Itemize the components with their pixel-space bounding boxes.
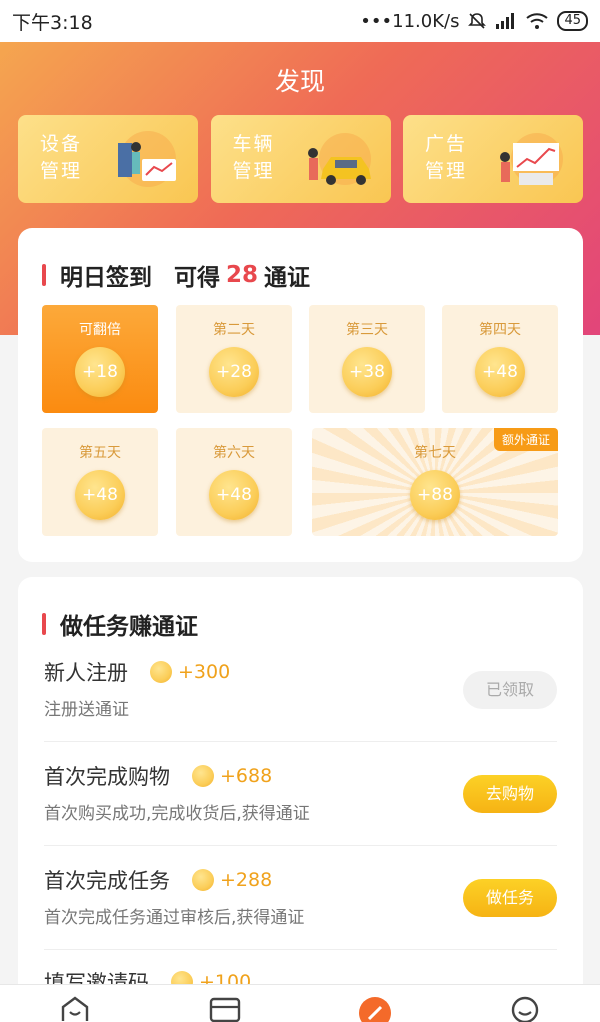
signin-day-4[interactable]: 第四天 +48	[442, 305, 558, 413]
signin-title-get: 可得	[174, 265, 220, 291]
task-item: 首次完成任务 +288 首次完成任务通过审核后,获得通证 做任务	[18, 865, 583, 969]
day-label: 第三天	[346, 322, 388, 338]
day-label: 第五天	[79, 445, 121, 461]
tasks-title: 做任务赚通证	[42, 607, 198, 641]
signin-card: 明日签到 可得 28 通证 可翻倍 +18 第二天 +28 第三天 +38 第四…	[18, 228, 583, 562]
task-desc: 首次购买成功,完成收货后,获得通证	[44, 804, 310, 824]
signal-icon	[496, 13, 515, 29]
tasks-card: 做任务赚通证 新人注册 +300 注册送通证 已领取 首次完成购物 +688 首…	[18, 577, 583, 1022]
day-label: 第四天	[479, 322, 521, 338]
mute-bell-icon	[468, 13, 487, 29]
coin-reward: +38	[342, 347, 392, 397]
device-illustration-icon	[118, 131, 176, 187]
task-item: 首次完成购物 +688 首次购买成功,完成收货后,获得通证 去购物	[18, 761, 583, 865]
discover-icon[interactable]	[355, 995, 395, 1022]
shop-icon[interactable]	[205, 995, 245, 1022]
task-reward: +688	[192, 765, 272, 787]
task-reward-value: +300	[178, 661, 231, 683]
battery-indicator: 45	[557, 11, 588, 31]
title-accent-bar	[42, 264, 46, 286]
task-name: 首次完成任务	[44, 869, 170, 893]
task-desc: 注册送通证	[44, 700, 129, 720]
ad-illustration-icon	[500, 133, 563, 185]
status-time: 下午3:18	[12, 11, 93, 34]
status-bar: 下午3:18 •••11.0K/s 45	[0, 0, 600, 42]
coin-reward: +48	[475, 347, 525, 397]
task-reward: +300	[150, 661, 230, 683]
coin-reward: +88	[410, 470, 460, 520]
tasks-title-text: 做任务赚通证	[60, 614, 198, 640]
signin-day-5[interactable]: 第五天 +48	[42, 428, 158, 536]
coin-reward: +18	[75, 347, 125, 397]
task-name-row: 首次完成任务 +288	[44, 865, 272, 895]
title-accent-bar	[42, 613, 46, 635]
task-desc: 首次完成任务通过审核后,获得通证	[44, 908, 305, 928]
task-reward-value: +688	[220, 765, 273, 787]
status-icons: •••11.0K/s 45	[360, 11, 588, 32]
coin-reward: +28	[209, 347, 259, 397]
divider	[44, 845, 557, 846]
tab-bar	[0, 984, 600, 1022]
signin-title-suffix: 通证	[264, 265, 311, 291]
signin-title: 明日签到 可得 28 通证	[42, 258, 310, 292]
signin-day-2[interactable]: 第二天 +28	[176, 305, 292, 413]
coin-reward: +48	[75, 470, 125, 520]
home-icon[interactable]	[55, 995, 95, 1022]
day-label: 第六天	[213, 445, 255, 461]
device-management-card[interactable]: 设备管理	[18, 115, 198, 203]
divider	[44, 741, 557, 742]
wifi-icon	[526, 13, 549, 29]
claimed-button[interactable]: 已领取	[463, 671, 557, 709]
vehicle-management-card[interactable]: 车辆管理	[210, 115, 391, 203]
task-name: 新人注册	[44, 661, 128, 685]
signin-title-prefix: 明日签到	[60, 265, 152, 291]
task-name: 首次完成购物	[44, 765, 170, 789]
coin-icon	[192, 765, 214, 787]
card-label: 广告管理	[425, 133, 468, 182]
car-illustration-icon	[307, 133, 371, 185]
card-label: 设备管理	[40, 133, 83, 182]
do-task-button[interactable]: 做任务	[463, 879, 557, 917]
day-label: 可翻倍	[79, 322, 121, 338]
network-speed: •••11.0K/s	[360, 10, 460, 32]
day-label: 第二天	[213, 322, 255, 338]
extra-badge: 额外通证	[493, 428, 558, 451]
signin-day-7[interactable]: 第七天 +88 额外通证	[312, 428, 558, 536]
coin-icon	[192, 869, 214, 891]
card-label: 车辆管理	[232, 133, 275, 182]
page-title: 发现	[274, 67, 325, 96]
ad-management-card[interactable]: 广告管理	[403, 115, 583, 203]
signin-amount: 28	[226, 262, 259, 288]
coin-icon	[150, 661, 172, 683]
signin-day-3[interactable]: 第三天 +38	[309, 305, 425, 413]
coin-reward: +48	[209, 470, 259, 520]
task-name-row: 新人注册 +300	[44, 657, 230, 687]
task-name-row: 首次完成购物 +688	[44, 761, 272, 791]
task-reward: +288	[192, 869, 272, 891]
management-cards: 设备管理 车辆管理 广告管理	[18, 115, 583, 203]
profile-icon[interactable]	[505, 995, 545, 1022]
task-reward-value: +288	[220, 869, 273, 891]
task-item: 新人注册 +300 注册送通证 已领取	[18, 657, 583, 761]
signin-day-6[interactable]: 第六天 +48	[176, 428, 292, 536]
divider	[44, 949, 557, 950]
go-shopping-button[interactable]: 去购物	[463, 775, 557, 813]
signin-day-1[interactable]: 可翻倍 +18	[42, 305, 158, 413]
